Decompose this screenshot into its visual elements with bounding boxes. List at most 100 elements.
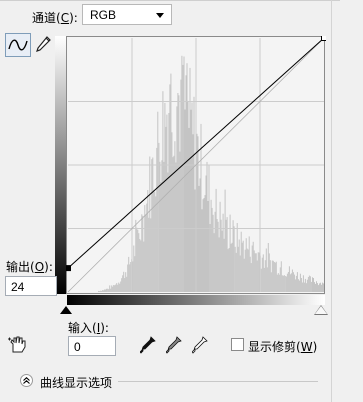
histogram-bar — [167, 172, 169, 292]
histogram-bar — [137, 229, 139, 292]
histogram-bar — [162, 91, 164, 292]
histogram-bar — [217, 221, 219, 292]
show-clipping-checkbox[interactable] — [231, 338, 244, 351]
histogram-bar — [310, 281, 312, 292]
histogram-bar — [280, 261, 282, 292]
histogram-bar — [221, 230, 223, 292]
double-chevron-up-icon — [23, 377, 30, 384]
curves-graph[interactable] — [66, 36, 326, 295]
histogram-bar — [315, 283, 316, 292]
histogram-bar — [301, 282, 303, 292]
histogram-bar — [172, 157, 174, 292]
top-divider — [0, 0, 340, 1]
histogram-bar — [168, 113, 170, 292]
histogram-bar — [232, 220, 234, 292]
histogram-bar — [287, 272, 289, 292]
show-clipping-label[interactable]: 显示修剪(W) — [248, 338, 317, 355]
histogram-bar — [316, 281, 317, 292]
histogram-bar — [116, 283, 118, 292]
histogram-bar — [268, 253, 270, 292]
histogram-bar — [114, 285, 116, 292]
channel-select[interactable]: RGB — [82, 4, 172, 25]
histogram-bar — [169, 84, 171, 293]
histogram-bar — [211, 207, 213, 292]
black-point-slider[interactable] — [60, 306, 72, 314]
histogram-bar — [281, 275, 283, 292]
histogram-bar — [286, 273, 288, 292]
histogram-bar — [134, 256, 136, 292]
histogram-bar — [242, 240, 244, 292]
histogram-bar — [99, 291, 101, 292]
white-point-eyedropper-icon — [191, 336, 208, 354]
white-point-eyedropper-button[interactable] — [191, 336, 208, 356]
input-field[interactable]: 0 — [68, 336, 116, 356]
histogram-bar — [241, 242, 243, 292]
histogram-bar — [271, 260, 273, 292]
output-field[interactable]: 24 — [5, 276, 57, 296]
histogram-bar — [275, 261, 277, 292]
histogram-bar — [240, 231, 242, 292]
histogram-bar — [235, 252, 237, 292]
histogram-bar — [126, 276, 128, 292]
input-value: 0 — [74, 340, 81, 354]
histogram-bar — [257, 252, 259, 292]
histogram-bar — [142, 215, 144, 292]
histogram-bar — [236, 223, 238, 292]
curve-control-point[interactable] — [321, 36, 327, 41]
histogram-bar — [160, 182, 162, 292]
histogram-bar — [176, 106, 178, 293]
input-label: 输入(I): — [68, 321, 109, 335]
histogram-bar — [233, 226, 235, 292]
histogram-bar — [210, 199, 212, 292]
curve-edit-tool-button[interactable] — [5, 33, 31, 57]
histogram-bar — [321, 284, 322, 292]
expand-options-button[interactable] — [20, 374, 33, 387]
histogram-bar — [107, 288, 109, 292]
histogram-bar — [267, 243, 269, 292]
target-adjust-button[interactable] — [7, 335, 29, 355]
histogram-bar — [204, 195, 206, 292]
histogram-bar — [149, 156, 151, 292]
histogram-bar — [220, 219, 222, 292]
histogram-bar — [245, 238, 247, 292]
histogram-bar — [307, 277, 309, 292]
histogram-bar — [256, 260, 258, 292]
histogram-bar — [128, 256, 130, 292]
white-point-slider[interactable] — [315, 306, 327, 314]
histogram-bar — [302, 275, 304, 292]
histogram-bar — [255, 253, 257, 292]
histogram-bar — [202, 199, 204, 292]
histogram-bar — [197, 136, 199, 292]
histogram-bar — [212, 214, 214, 292]
histogram-bar — [153, 190, 155, 292]
histogram-bar — [171, 132, 173, 292]
curve-display-options-label[interactable]: 曲线显示选项 — [40, 374, 112, 391]
histogram-bar — [129, 264, 131, 292]
histogram-bar — [123, 271, 125, 292]
histogram-bar — [284, 276, 286, 292]
channel-label: 通道(C): — [32, 11, 78, 25]
curve-control-point[interactable] — [66, 265, 71, 272]
histogram-bar — [183, 56, 185, 292]
black-point-eyedropper-button[interactable] — [139, 336, 156, 356]
histogram-bar — [285, 276, 287, 292]
histogram-bar — [192, 134, 194, 292]
gray-point-eyedropper-button[interactable] — [165, 336, 182, 356]
pencil-tool-button[interactable] — [34, 35, 52, 55]
histogram-bar — [112, 286, 114, 292]
histogram-bar — [144, 205, 146, 292]
histogram-bar — [113, 285, 115, 292]
histogram-bar — [303, 282, 305, 292]
histogram-bar — [194, 189, 196, 292]
histogram-bar — [318, 285, 319, 292]
curve-edit-icon — [8, 39, 28, 51]
histogram-bar — [111, 285, 113, 292]
histogram-bar — [320, 282, 321, 292]
histogram-bar — [276, 274, 278, 292]
histogram-bar — [170, 73, 172, 292]
histogram-bar — [313, 278, 314, 292]
histogram-bar — [118, 282, 120, 292]
histogram-bar — [297, 279, 299, 292]
histogram-bar — [215, 188, 217, 292]
histogram-bar — [122, 275, 124, 292]
